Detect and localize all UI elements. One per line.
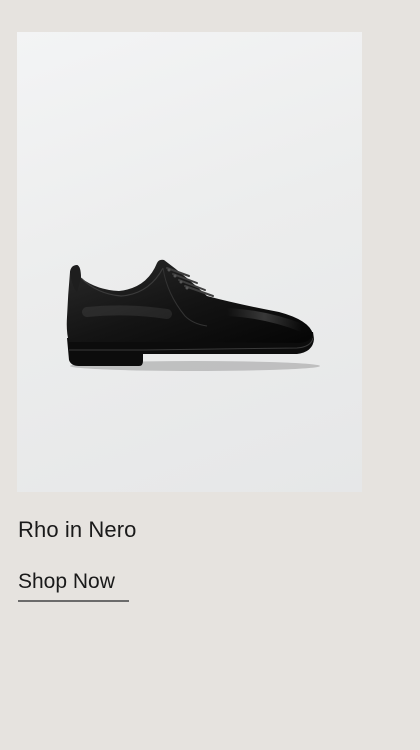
- product-image-link[interactable]: [17, 32, 362, 492]
- product-card: Rho in Nero Shop Now: [0, 0, 420, 750]
- shoe-image: [66, 259, 320, 371]
- product-name: Rho in Nero: [18, 517, 137, 542]
- shoe-upper: [66, 259, 313, 343]
- shop-now-link[interactable]: Shop Now: [18, 568, 129, 602]
